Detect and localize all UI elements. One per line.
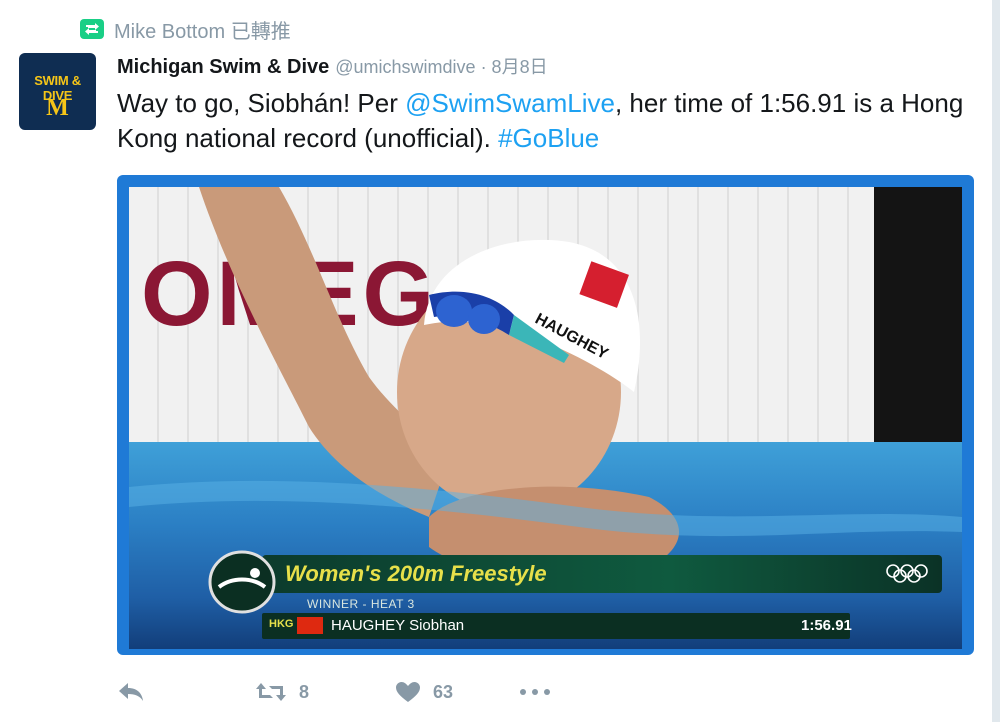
- country-code: HKG: [269, 618, 294, 630]
- like-count: 63: [433, 681, 454, 702]
- handle-and-date[interactable]: @umichswimdive · 8月8日: [335, 57, 547, 77]
- reply-button[interactable]: [117, 681, 145, 703]
- tweet-text: Way to go, Siobhán! Per @SwimSwamLive, h…: [117, 86, 977, 156]
- event-title: Women's 200m Freestyle: [285, 561, 547, 586]
- swimming-logo-icon: [208, 550, 276, 614]
- tweet-header: Michigan Swim & Dive @umichswimdive · 8月8…: [117, 53, 548, 79]
- display-name[interactable]: Michigan Swim & Dive: [117, 56, 329, 78]
- media-photo: OMEGA HAUGHEY Women's 200m Freestyle: [129, 187, 962, 649]
- race-time: 1:56.91: [801, 617, 852, 634]
- like-button[interactable]: 63: [395, 681, 453, 703]
- event-subtitle: WINNER - HEAT 3: [307, 597, 415, 611]
- more-button[interactable]: [519, 688, 551, 696]
- retweet-count: 8: [299, 681, 310, 702]
- more-icon: [520, 689, 551, 695]
- retweet-icon: [80, 19, 104, 39]
- hashtag-link[interactable]: #GoBlue: [498, 123, 599, 153]
- tweet-media[interactable]: OMEGA HAUGHEY Women's 200m Freestyle: [117, 175, 974, 655]
- reply-icon: [119, 683, 143, 701]
- broadcast-graphic: Women's 200m Freestyle WINNER - HEAT 3 H…: [207, 547, 947, 643]
- retweet-context: Mike Bottom 已轉推: [80, 14, 291, 44]
- right-divider: [992, 0, 1000, 722]
- retweet-icon: [256, 683, 286, 701]
- athlete-name: HAUGHEY Siobhan: [331, 617, 465, 634]
- mention-link[interactable]: @SwimSwamLive: [405, 88, 615, 118]
- tweet-actions: 8 63: [117, 675, 551, 709]
- heart-icon: [396, 682, 421, 702]
- avatar[interactable]: SWIM & DIVE M: [19, 53, 96, 130]
- retweeter-name[interactable]: Mike Bottom 已轉推: [114, 15, 291, 44]
- avatar-line2: M: [46, 95, 69, 121]
- tweet-text-part1: Way to go, Siobhán! Per: [117, 88, 406, 118]
- flag-icon: [297, 617, 323, 634]
- retweet-button[interactable]: 8: [255, 681, 309, 703]
- olympic-rings-icon: [886, 564, 928, 583]
